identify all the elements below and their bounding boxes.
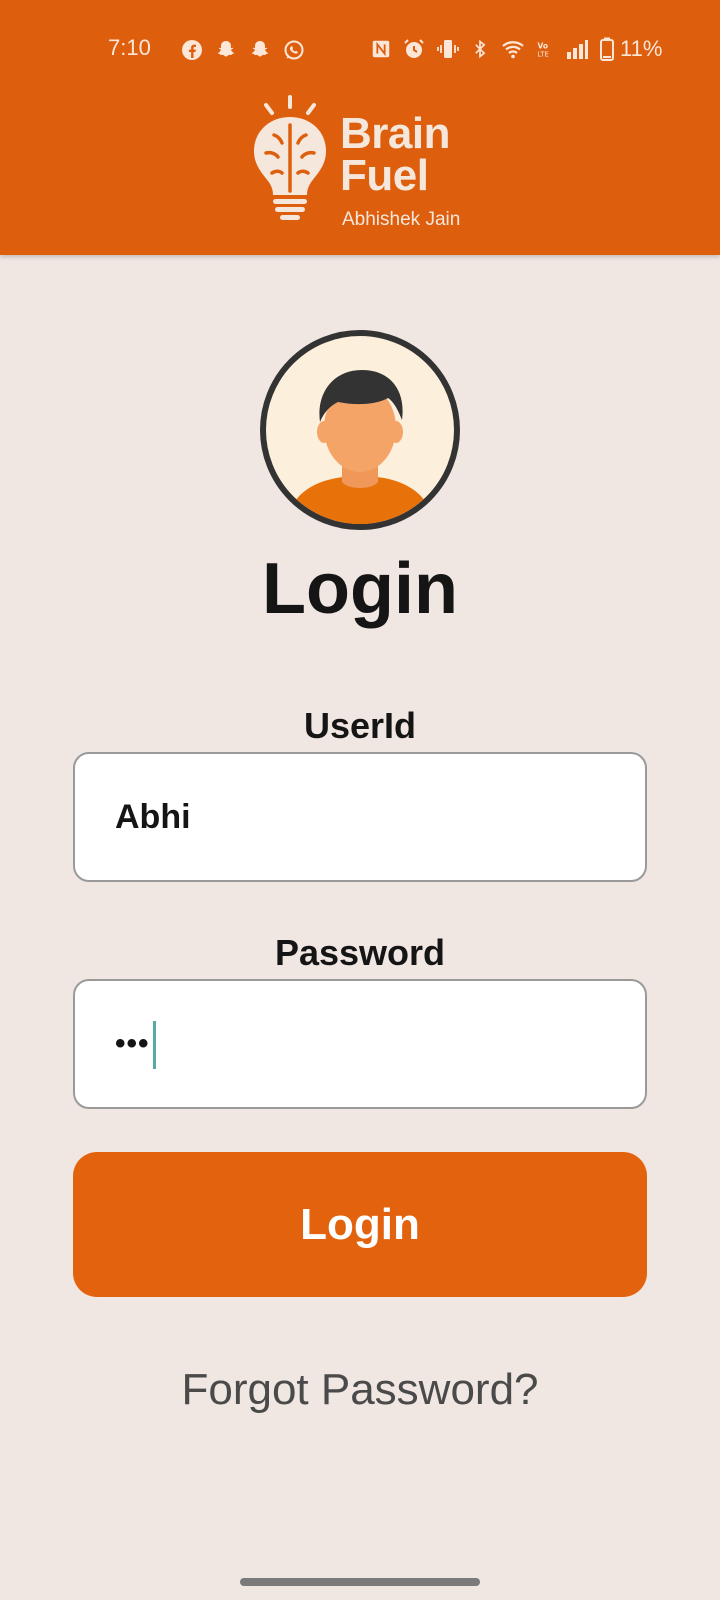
facebook-icon — [182, 40, 202, 60]
signal-icon — [567, 40, 588, 59]
logo-subtitle: Abhishek Jain — [342, 209, 461, 230]
whatsapp-icon — [284, 40, 304, 60]
snapchat-icon — [217, 41, 235, 57]
status-bar: 7:10 Vo LTE 11% — [0, 30, 720, 66]
logo-title-line1: Brain — [340, 109, 450, 158]
volte-icon: VoLTE — [538, 41, 549, 59]
brain-bulb-icon — [254, 95, 326, 220]
system-icons: Vo LTE 11% — [370, 36, 662, 62]
password-label: Password — [274, 932, 446, 973]
password-masked-value: ••• — [115, 1027, 150, 1060]
text-cursor — [153, 1021, 156, 1069]
vibrate-icon — [437, 40, 459, 58]
svg-text:Vo: Vo — [538, 41, 549, 50]
svg-text:LTE: LTE — [538, 51, 549, 59]
bluetooth-icon — [475, 39, 486, 59]
status-time: 7:10 — [108, 35, 151, 60]
brain-fuel-logo: Brain Fuel Abhishek Jain — [250, 95, 480, 235]
logo-title-line2: Fuel — [340, 151, 429, 200]
gesture-nav-handle[interactable] — [240, 1578, 480, 1586]
alarm-icon — [404, 39, 424, 58]
logo-title: Brain Fuel — [340, 109, 450, 200]
nfc-icon — [372, 40, 390, 58]
notification-icons — [180, 38, 306, 62]
wifi-icon — [502, 41, 524, 59]
userid-label: UserId — [303, 705, 417, 746]
snapchat-icon — [251, 41, 269, 57]
user-avatar-icon — [286, 370, 434, 524]
app-header: 7:10 Vo LTE 11% Brain Fuel Abhishek Jain — [0, 0, 720, 255]
battery-percent: 11% — [620, 36, 663, 61]
login-button[interactable]: Login — [73, 1152, 647, 1297]
battery-icon — [600, 37, 614, 61]
forgot-password-link[interactable]: Forgot Password? — [0, 1365, 720, 1415]
avatar — [260, 330, 460, 530]
page-title: Login — [262, 549, 458, 629]
userid-input[interactable] — [73, 752, 647, 882]
password-input[interactable]: ••• — [73, 979, 647, 1109]
